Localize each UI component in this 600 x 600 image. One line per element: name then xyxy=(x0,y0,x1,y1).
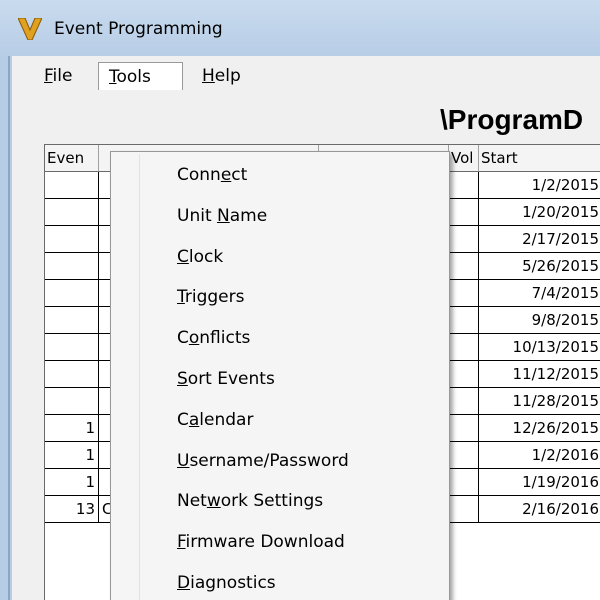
cell-event[interactable] xyxy=(45,172,99,199)
cell-start[interactable]: 11/28/2015 xyxy=(479,388,600,415)
cell-vol[interactable] xyxy=(449,415,479,442)
cell-vol[interactable] xyxy=(449,280,479,307)
cell-vol[interactable] xyxy=(449,388,479,415)
cell-vol[interactable] xyxy=(449,334,479,361)
window-frame-left xyxy=(0,56,12,600)
cell-event[interactable] xyxy=(45,280,99,307)
cell-event[interactable]: 1 xyxy=(45,415,99,442)
column-header-start[interactable]: Start xyxy=(479,145,600,172)
cell-vol[interactable] xyxy=(449,199,479,226)
tools-menu-item[interactable]: Firmware Download xyxy=(177,525,345,559)
cell-start[interactable]: 11/12/2015 xyxy=(479,361,600,388)
cell-vol[interactable] xyxy=(449,442,479,469)
cell-event[interactable] xyxy=(45,226,99,253)
tools-dropdown-menu: Connect Unit Name Clock Triggers Conflicts So… xyxy=(110,151,450,600)
cell-event[interactable] xyxy=(45,253,99,280)
tools-menu-item[interactable]: Calendar xyxy=(177,403,253,437)
tools-menu-item[interactable]: Unit Name xyxy=(177,199,267,233)
tools-menu-item[interactable]: Triggers xyxy=(177,280,245,314)
cell-vol[interactable] xyxy=(449,253,479,280)
cell-event[interactable] xyxy=(45,388,99,415)
tools-menu-item[interactable]: Diagnostics xyxy=(177,566,276,600)
cell-vol[interactable] xyxy=(449,469,479,496)
cell-event[interactable]: 13 xyxy=(45,496,99,523)
cell-start[interactable]: 10/13/2015 xyxy=(479,334,600,361)
column-header-vol[interactable]: Vol xyxy=(449,145,479,172)
cell-vol[interactable] xyxy=(449,307,479,334)
tools-menu-item[interactable]: Sort Events xyxy=(177,362,275,396)
cell-start[interactable]: 12/26/2015 xyxy=(479,415,600,442)
tools-menu-item[interactable]: Clock xyxy=(177,240,223,274)
title-bar[interactable]: Event Programming xyxy=(0,0,600,56)
tools-menu-item[interactable]: Username/Password xyxy=(177,444,349,478)
cell-start[interactable]: 1/19/2016 xyxy=(479,469,600,496)
cell-start[interactable]: 1/2/2016 xyxy=(479,442,600,469)
menu-bar: File Tools Help xyxy=(12,56,600,94)
v-logo-icon xyxy=(18,18,42,40)
window-title: Event Programming xyxy=(54,19,223,39)
cell-start[interactable]: 1/2/2015 xyxy=(479,172,600,199)
menu-file[interactable]: File xyxy=(34,62,82,90)
program-path-heading: \ProgramD xyxy=(440,104,584,135)
cell-start[interactable]: 7/4/2015 xyxy=(479,280,600,307)
cell-event[interactable] xyxy=(45,361,99,388)
cell-event[interactable] xyxy=(45,334,99,361)
cell-vol[interactable] xyxy=(449,361,479,388)
cell-event[interactable]: 1 xyxy=(45,442,99,469)
menu-help[interactable]: Help xyxy=(192,62,251,90)
menu-tools[interactable]: Tools xyxy=(98,62,183,90)
client-area: File Tools Help \ProgramD Even Vol Start… xyxy=(12,56,600,600)
column-header-event[interactable]: Even xyxy=(45,145,99,172)
cell-start[interactable]: 9/8/2015 xyxy=(479,307,600,334)
tools-menu-item[interactable]: Network Settings xyxy=(177,484,323,518)
cell-start[interactable]: 5/26/2015 xyxy=(479,253,600,280)
cell-event[interactable] xyxy=(45,199,99,226)
tools-menu-item[interactable]: Connect xyxy=(177,158,247,192)
cell-start[interactable]: 1/20/2015 xyxy=(479,199,600,226)
cell-vol[interactable] xyxy=(449,496,479,523)
cell-event[interactable]: 1 xyxy=(45,469,99,496)
tools-menu-item[interactable]: Conflicts xyxy=(177,321,250,355)
cell-vol[interactable] xyxy=(449,172,479,199)
menu-icon-gutter xyxy=(139,154,140,600)
cell-start[interactable]: 2/16/2016 xyxy=(479,496,600,523)
cell-vol[interactable] xyxy=(449,226,479,253)
cell-event[interactable] xyxy=(45,307,99,334)
main-window: Event Programming File Tools Help \Progr… xyxy=(0,0,600,600)
cell-start[interactable]: 2/17/2015 xyxy=(479,226,600,253)
